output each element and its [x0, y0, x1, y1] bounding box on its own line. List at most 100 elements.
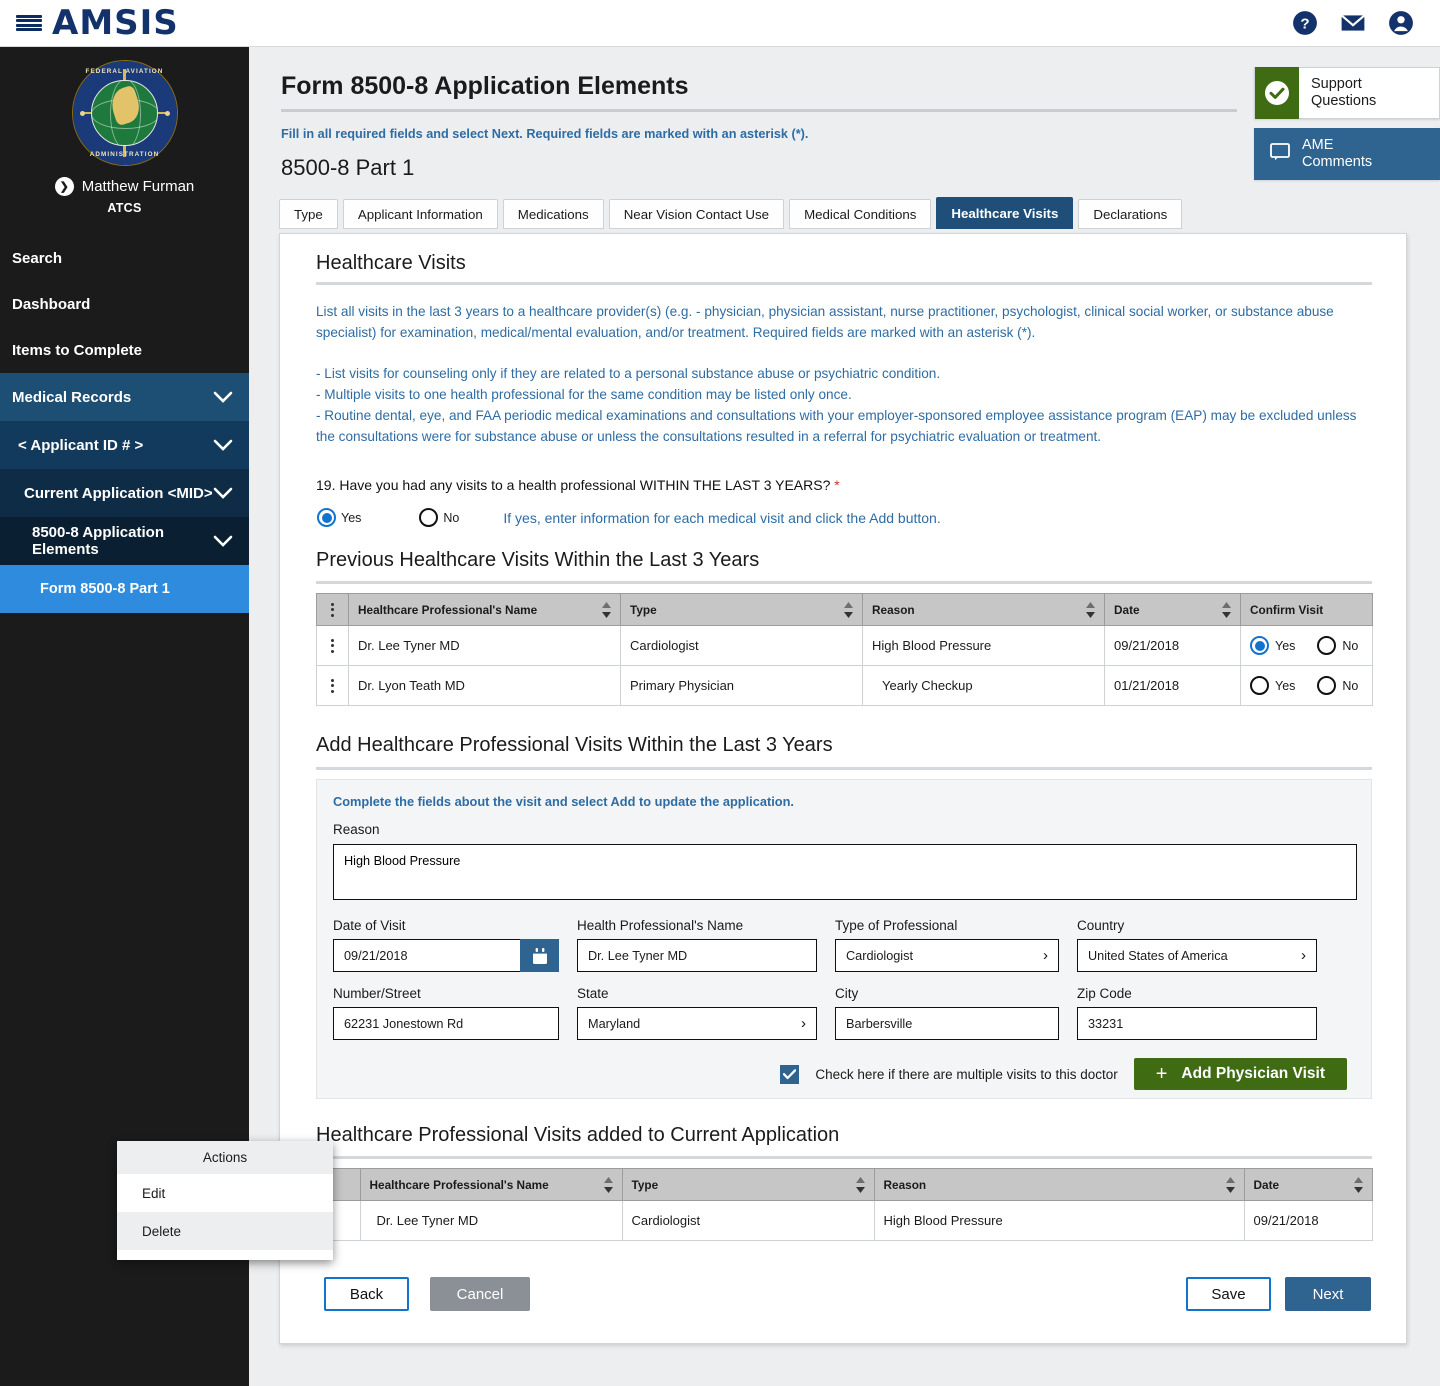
actions-menu-item-edit[interactable]: Edit: [117, 1174, 333, 1212]
support-questions-button[interactable]: Support Questions: [1254, 67, 1440, 119]
main-content: Form 8500-8 Application Elements Fill in…: [249, 47, 1440, 1386]
radio-no[interactable]: [419, 508, 439, 527]
question-helper-text: If yes, enter information for each medic…: [503, 509, 941, 526]
column-header-reason[interactable]: Reason: [862, 593, 1105, 626]
health-professional-name-input[interactable]: Dr. Lee Tyner MD: [577, 939, 817, 972]
sort-icon[interactable]: [1221, 601, 1232, 619]
radio-yes[interactable]: [317, 508, 336, 527]
radio-yes-label: Yes: [341, 510, 362, 525]
column-header-reason[interactable]: Reason: [873, 1168, 1245, 1201]
account-icon[interactable]: [1388, 10, 1414, 36]
sidebar-item-8500-8-application-elements[interactable]: 8500-8 Application Elements: [0, 517, 249, 565]
sidebar-item-medical-records[interactable]: Medical Records: [0, 373, 249, 421]
tab-applicant-information[interactable]: Applicant Information: [342, 199, 498, 229]
seal-bottom-text: ADMINISTRATION: [89, 151, 160, 158]
column-header-name[interactable]: Healthcare Professional's Name: [359, 1168, 623, 1201]
tab-type[interactable]: Type: [279, 199, 338, 229]
sidebar-item-items-to-complete[interactable]: Items to Complete: [0, 327, 249, 373]
date-of-visit-input[interactable]: 09/21/2018: [333, 939, 520, 972]
sort-icon[interactable]: [1225, 1176, 1236, 1194]
help-icon[interactable]: ?: [1292, 10, 1318, 36]
sort-icon[interactable]: [843, 601, 854, 619]
chevron-right-icon: ›: [1043, 947, 1048, 964]
confirm-radio-yes[interactable]: [1250, 676, 1269, 695]
ame-comments-button[interactable]: AME Comments: [1254, 128, 1440, 180]
save-label: Save: [1211, 1285, 1246, 1303]
table-header-row: Healthcare Professional's Name Type Reas…: [316, 1168, 1373, 1201]
confirm-no-label: No: [1342, 638, 1359, 653]
sort-icon[interactable]: [601, 601, 612, 619]
kebab-menu-icon[interactable]: [317, 678, 348, 693]
city-input[interactable]: Barbersville: [835, 1007, 1059, 1040]
save-button[interactable]: Save: [1186, 1277, 1271, 1311]
tab-medical-conditions[interactable]: Medical Conditions: [789, 199, 932, 229]
column-label: Confirm Visit: [1250, 602, 1324, 617]
cancel-button[interactable]: Cancel: [430, 1277, 530, 1311]
column-header-type[interactable]: Type: [621, 1168, 875, 1201]
hamburger-icon[interactable]: [16, 12, 42, 34]
user-profile[interactable]: ❯ Matthew Furman: [0, 177, 249, 196]
city-label: City: [835, 986, 859, 1001]
reason-input[interactable]: High Blood Pressure: [333, 844, 1357, 900]
column-header-name[interactable]: Healthcare Professional's Name: [348, 593, 621, 626]
country-label: Country: [1077, 918, 1125, 933]
sidebar-item-dashboard[interactable]: Dashboard: [0, 281, 249, 327]
add-visit-actions: Check here if there are multiple visits …: [780, 1058, 1347, 1090]
section-divider: [316, 282, 1372, 285]
type-of-professional-select[interactable]: Cardiologist ›: [835, 939, 1059, 972]
tab-label: Medications: [517, 206, 589, 222]
tab-label: Applicant Information: [357, 206, 483, 222]
kebab-menu-icon[interactable]: [317, 602, 348, 617]
required-asterisk: *: [834, 477, 840, 493]
chevron-down-icon: [213, 391, 233, 403]
multiple-visits-checkbox[interactable]: [780, 1064, 800, 1084]
sort-icon[interactable]: [603, 1176, 614, 1194]
tab-near-vision-contact-use[interactable]: Near Vision Contact Use: [608, 199, 785, 229]
sort-icon[interactable]: [1085, 601, 1096, 619]
country-select[interactable]: United States of America ›: [1077, 939, 1317, 972]
next-button[interactable]: Next: [1285, 1277, 1371, 1311]
column-header-date[interactable]: Date: [1243, 1168, 1373, 1201]
form-tabs: Type Applicant Information Medications N…: [279, 197, 1183, 229]
state-value: Maryland: [588, 1016, 641, 1031]
tab-declarations[interactable]: Declarations: [1078, 199, 1183, 229]
zip-code-input[interactable]: 33231: [1077, 1007, 1317, 1040]
cell-type: Cardiologist: [620, 625, 863, 666]
tab-medications[interactable]: Medications: [502, 199, 604, 229]
kebab-menu-icon[interactable]: [317, 638, 348, 653]
column-header-type[interactable]: Type: [620, 593, 863, 626]
number-street-input[interactable]: 62231 Jonestown Rd: [333, 1007, 559, 1040]
multiple-visits-label: Check here if there are multiple visits …: [815, 1066, 1118, 1082]
app-brand: AMSIS: [52, 3, 179, 43]
actions-menu-item-delete[interactable]: Delete: [117, 1212, 333, 1250]
previous-visits-table: Healthcare Professional's Name Type Reas…: [316, 593, 1373, 706]
add-physician-visit-button[interactable]: + Add Physician Visit: [1133, 1058, 1347, 1090]
column-label: Date: [1114, 602, 1140, 617]
cell-name: Dr. Lee Tyner MD: [348, 625, 621, 666]
column-header-date[interactable]: Date: [1104, 593, 1241, 626]
sidebar-item-label: Items to Complete: [12, 341, 143, 359]
state-select[interactable]: Maryland ›: [577, 1007, 817, 1040]
reason-label: Reason: [333, 822, 380, 837]
sidebar-item-applicant-id[interactable]: < Applicant ID # >: [0, 421, 249, 469]
actions-menu-header: Actions: [117, 1141, 333, 1174]
sidebar-item-label: 8500-8 Application Elements: [32, 524, 164, 558]
support-line-1: Support: [1311, 76, 1362, 92]
sidebar-item-current-application[interactable]: Current Application <MID>: [0, 469, 249, 517]
confirm-radio-no[interactable]: [1317, 636, 1337, 655]
bullet-1: - List visits for counseling only if the…: [316, 366, 941, 381]
tab-healthcare-visits[interactable]: Healthcare Visits: [936, 197, 1074, 229]
top-bar: AMSIS ?: [0, 0, 1440, 47]
sort-icon[interactable]: [1353, 1176, 1364, 1194]
confirm-radio-yes[interactable]: [1250, 636, 1269, 655]
sort-icon[interactable]: [855, 1176, 866, 1194]
section-title-added-visits: Healthcare Professional Visits added to …: [316, 1124, 840, 1146]
sidebar-item-search[interactable]: Search: [0, 235, 249, 281]
table-row: Dr. Lyon Teath MD Primary Physician Year…: [316, 665, 1373, 706]
mail-icon[interactable]: [1340, 10, 1366, 36]
back-button[interactable]: Back: [324, 1277, 409, 1311]
ame-line-1: AME: [1302, 137, 1334, 153]
calendar-icon[interactable]: [520, 939, 559, 972]
confirm-radio-no[interactable]: [1317, 676, 1337, 695]
sidebar-item-form-8500-8-part-1[interactable]: Form 8500-8 Part 1: [0, 565, 249, 613]
